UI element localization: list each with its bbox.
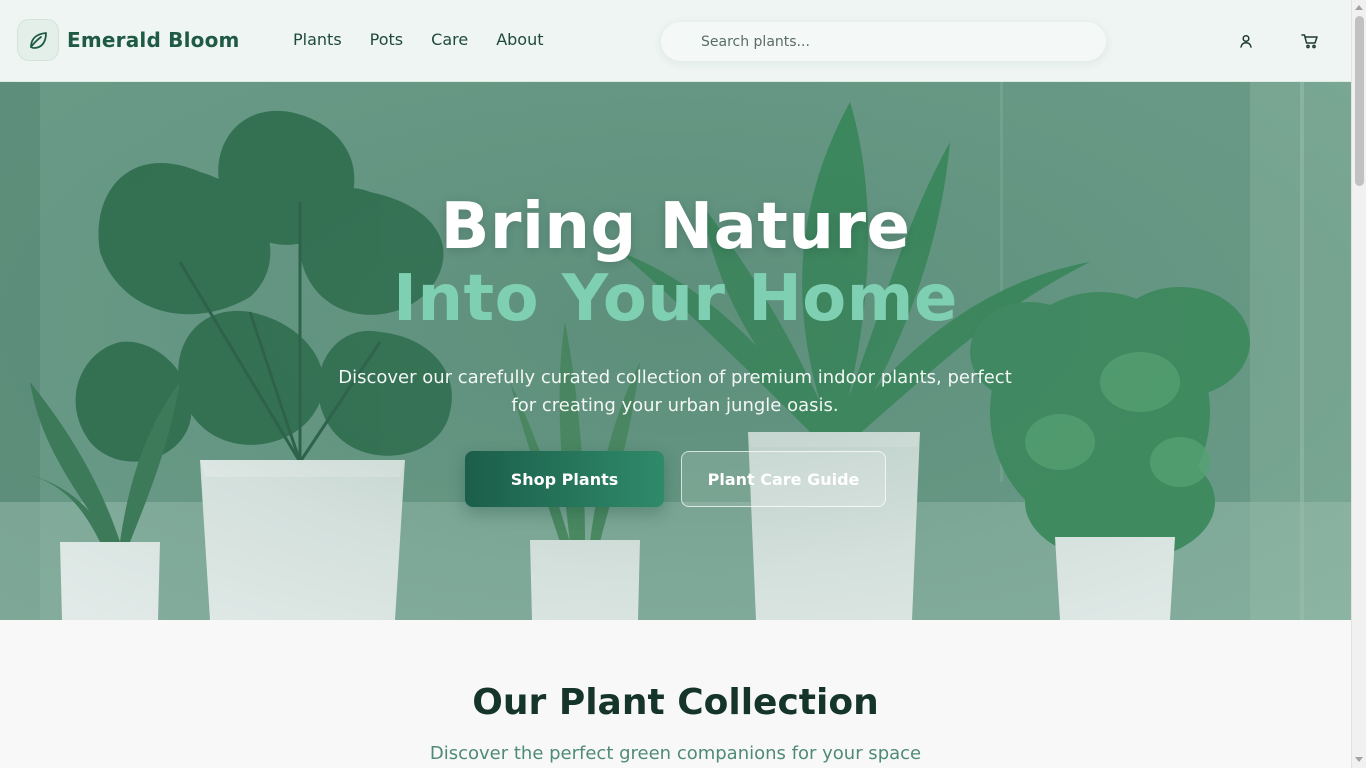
- hero-overlay: [0, 82, 1351, 620]
- scroll-up-arrow-icon[interactable]: [1355, 5, 1363, 10]
- nav-link-about[interactable]: About: [496, 30, 543, 49]
- hero-subtitle: Discover our carefully curated collectio…: [338, 367, 1012, 416]
- search-bar: [661, 22, 1106, 61]
- scrollbar-thumb[interactable]: [1355, 16, 1364, 186]
- hero-title-line1: Bring Nature: [440, 190, 911, 264]
- scroll-down-arrow-icon[interactable]: [1355, 757, 1363, 762]
- hero-section: Bring Nature Into Your Home Discover our…: [0, 82, 1351, 620]
- cart-button[interactable]: [1300, 31, 1320, 51]
- brand-logo-link[interactable]: Emerald Bloom: [17, 19, 240, 61]
- nav-link-plants[interactable]: Plants: [293, 30, 342, 49]
- page-scrollbar[interactable]: [1351, 0, 1366, 768]
- site-header: Emerald Bloom Plants Pots Care About: [0, 0, 1351, 82]
- nav-link-pots[interactable]: Pots: [370, 30, 403, 49]
- user-icon: [1240, 34, 1252, 48]
- cart-icon: [1301, 34, 1318, 49]
- brand-name: Emerald Bloom: [67, 28, 240, 52]
- collection-section: Our Plant Collection Discover the perfec…: [0, 620, 1351, 768]
- page: Emerald Bloom Plants Pots Care About Sea…: [0, 0, 1366, 768]
- shop-plants-button[interactable]: Shop Plants: [465, 451, 664, 507]
- nav-link-care[interactable]: Care: [431, 30, 468, 49]
- account-button[interactable]: [1236, 31, 1256, 51]
- collection-subtitle: Discover the perfect green companions fo…: [429, 743, 922, 764]
- main-nav: Plants Pots Care About: [293, 30, 572, 49]
- leaf-icon: [30, 32, 47, 49]
- logo-badge: [17, 19, 59, 61]
- plant-care-guide-button[interactable]: Plant Care Guide: [681, 451, 886, 507]
- hero-title-line2: Into Your Home: [393, 262, 958, 336]
- collection-title: Our Plant Collection: [472, 682, 879, 723]
- search-input[interactable]: [699, 32, 1079, 51]
